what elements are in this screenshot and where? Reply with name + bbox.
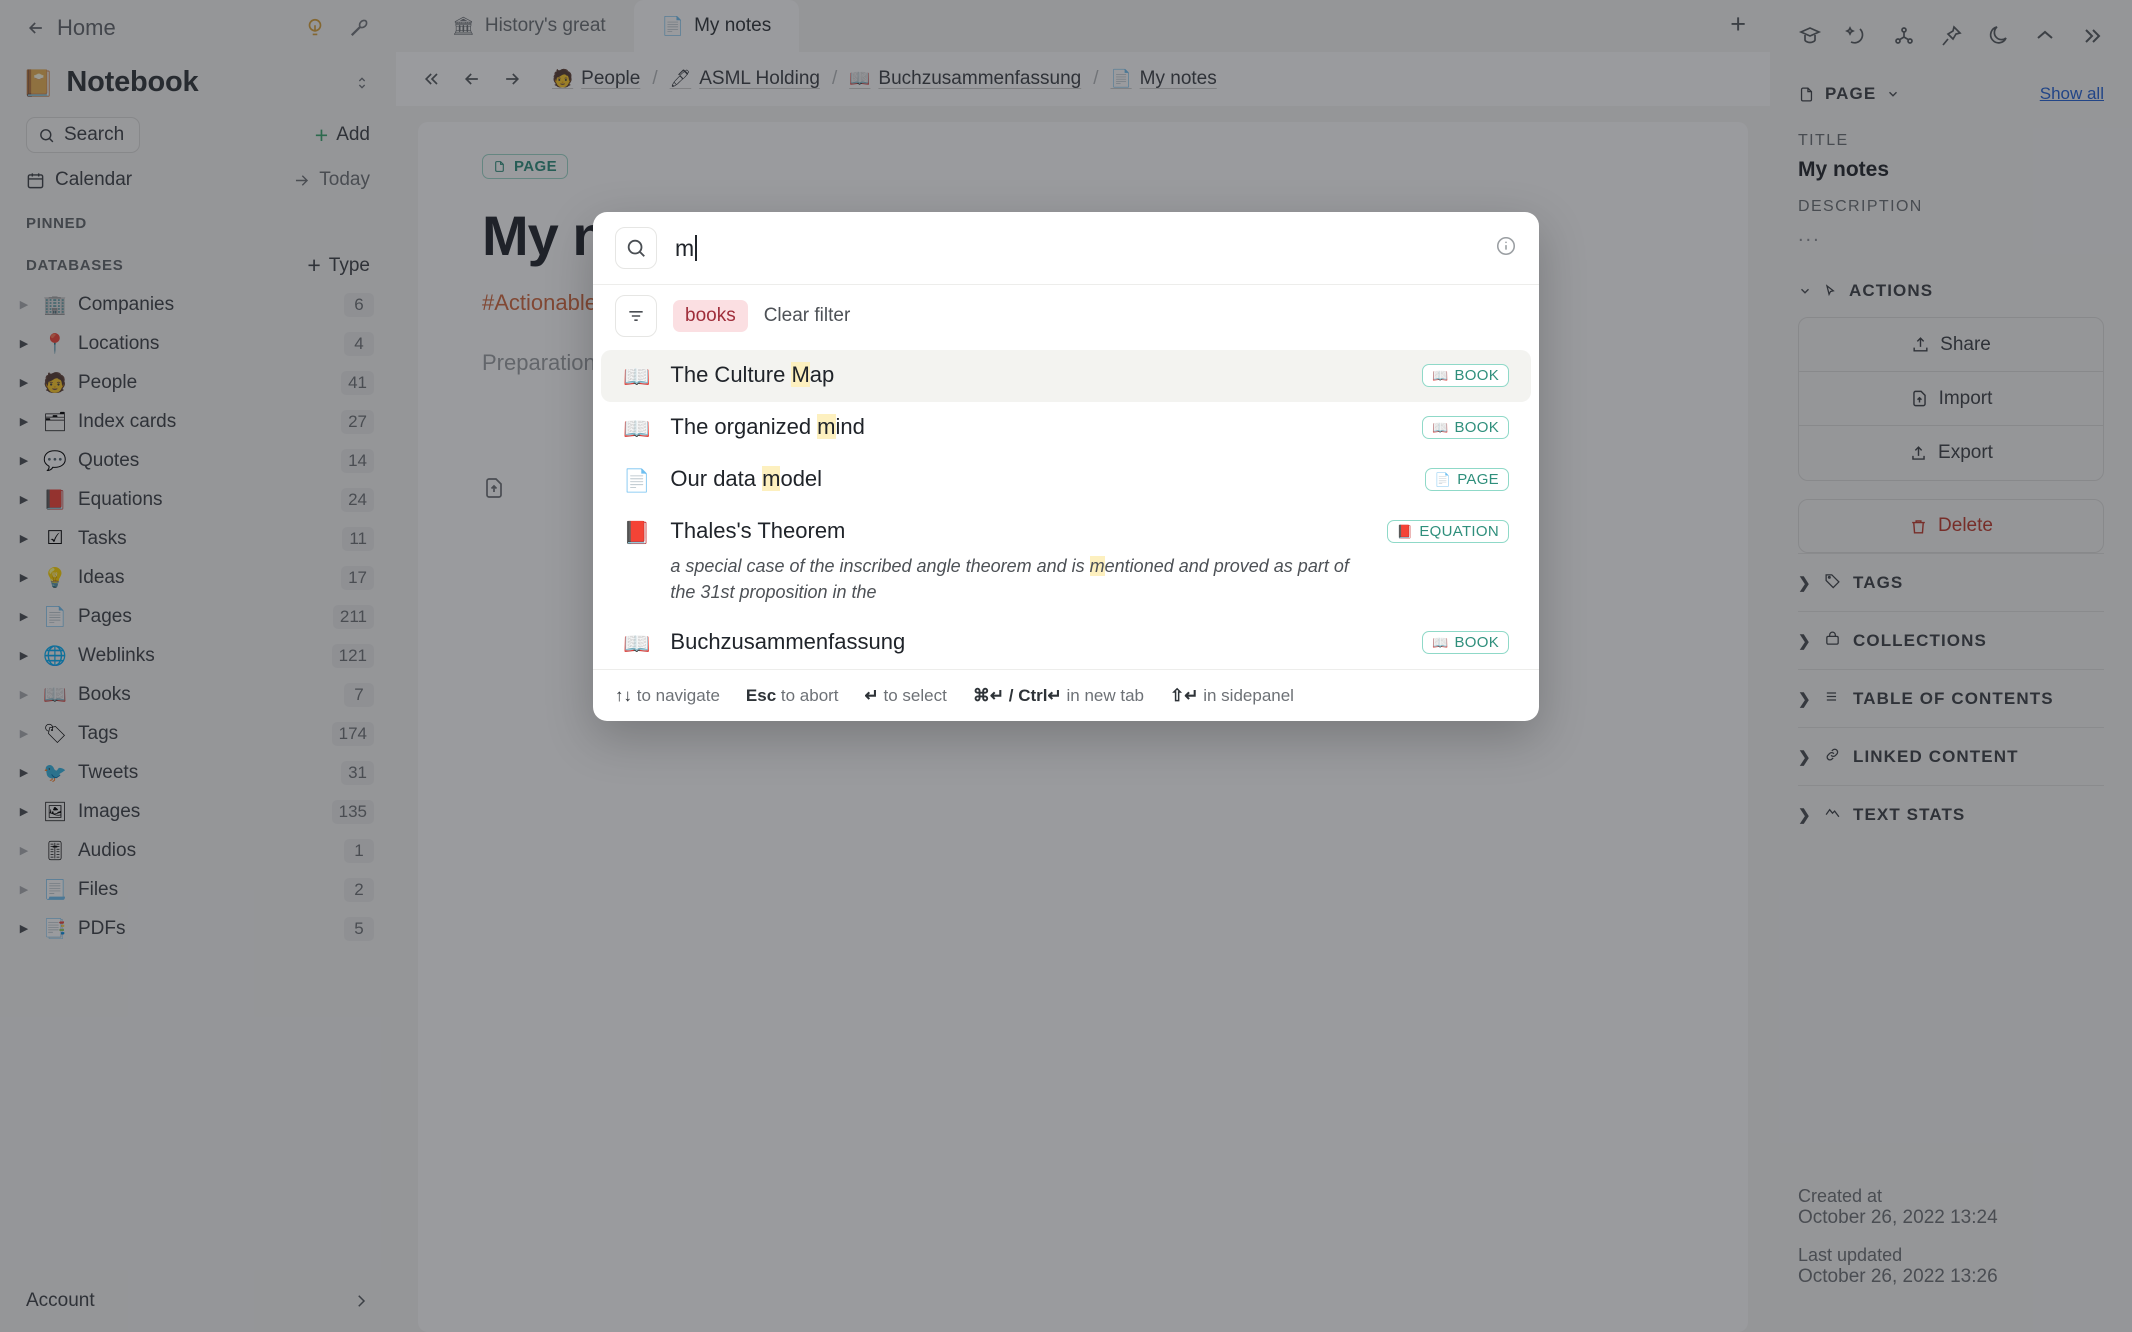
- result-type-icon: 📄: [623, 468, 651, 493]
- result-snippet: a special case of the inscribed angle th…: [670, 556, 1349, 603]
- result-type-badge: 📖 BOOK: [1421, 364, 1509, 387]
- result-type-badge: 📄 PAGE: [1424, 468, 1509, 491]
- result-title: Thales's Theorem: [670, 518, 846, 543]
- hint-text: to select: [878, 685, 947, 705]
- result-title: Our data model: [670, 466, 823, 491]
- hint-text: in new tab: [1061, 685, 1144, 705]
- result-body: Thales's Theorem a special case of the in…: [670, 518, 1366, 605]
- badge-label: BOOK: [1454, 419, 1499, 436]
- filter-chip-books[interactable]: books: [673, 299, 748, 332]
- result-type-badge: 📖 BOOK: [1421, 631, 1509, 655]
- search-icon: [615, 227, 657, 269]
- result-body: The organized mind: [670, 414, 1402, 440]
- result-title: Buchzusammenfassung: [670, 629, 906, 655]
- search-input[interactable]: m: [675, 235, 1477, 262]
- hint-keys: ⇧↵: [1170, 685, 1199, 705]
- result-title: The organized mind: [670, 414, 865, 439]
- keyboard-hint: Esc to abort: [746, 686, 839, 706]
- keyboard-hints: ↑↓ to navigate Esc to abort ↵ to select ⌘↵ …: [593, 669, 1539, 721]
- clear-filter-button[interactable]: Clear filter: [764, 305, 851, 327]
- badge-label: BOOK: [1454, 634, 1499, 652]
- keyboard-hint: ↵ to select: [865, 686, 947, 706]
- badge-icon: 📖: [1431, 367, 1449, 383]
- search-result-item[interactable]: 📄 Our data model 📄 PAGE: [601, 454, 1531, 506]
- search-modal: m books Clear filter 📖 The Culture Map 📖 BO…: [593, 212, 1539, 722]
- query-highlight: M: [791, 362, 810, 387]
- search-results-list: 📖 The Culture Map 📖 BOOK 📖 The organized mind…: [593, 346, 1539, 669]
- badge-icon: 📄: [1434, 471, 1452, 487]
- search-input-row: m: [593, 212, 1539, 284]
- hint-text: in sidepanel: [1198, 685, 1294, 705]
- query-highlight: m: [817, 414, 836, 439]
- keyboard-hint: ↑↓ to navigate: [615, 686, 720, 706]
- keyboard-hint: ⇧↵ in sidepanel: [1170, 686, 1294, 706]
- result-type-icon: 📕: [623, 520, 651, 545]
- query-highlight: m: [1089, 556, 1105, 576]
- info-icon[interactable]: [1495, 235, 1517, 262]
- badge-label: EQUATION: [1419, 523, 1499, 540]
- result-type-icon: 📖: [623, 416, 651, 441]
- badge-icon: 📕: [1396, 523, 1414, 539]
- filter-icon[interactable]: [615, 294, 657, 337]
- hint-text: to abort: [776, 685, 839, 705]
- result-body: The Culture Map: [670, 362, 1402, 388]
- hint-keys: ↑↓: [615, 685, 632, 705]
- result-body: Our data model: [670, 466, 1404, 492]
- search-result-item[interactable]: 📖 The organized mind 📖 BOOK: [601, 402, 1531, 454]
- search-result-item[interactable]: 📕 Thales's Theorem a special case of the i…: [601, 506, 1531, 617]
- hint-keys: ↵: [864, 685, 879, 705]
- keyboard-hint: ⌘↵ / Ctrl↵ in new tab: [973, 686, 1144, 706]
- badge-icon: 📖: [1431, 634, 1449, 650]
- badge-icon: 📖: [1431, 419, 1449, 435]
- filter-row: books Clear filter: [593, 284, 1539, 346]
- hint-keys: Esc: [745, 685, 777, 705]
- search-result-item[interactable]: 📖 Buchzusammenfassung 📖 BOOK: [601, 617, 1531, 669]
- result-type-badge: 📕 EQUATION: [1386, 520, 1509, 543]
- result-type-badge: 📖 BOOK: [1421, 416, 1509, 439]
- result-body: Buchzusammenfassung: [670, 629, 1402, 655]
- search-query-value: m: [675, 234, 695, 261]
- hint-text: to navigate: [632, 685, 720, 705]
- result-type-icon: 📖: [623, 631, 651, 657]
- badge-label: BOOK: [1454, 367, 1499, 384]
- badge-label: PAGE: [1457, 471, 1499, 488]
- search-result-item[interactable]: 📖 The Culture Map 📖 BOOK: [601, 350, 1531, 402]
- hint-keys: ⌘↵ / Ctrl↵: [972, 685, 1062, 705]
- result-type-icon: 📖: [623, 364, 651, 389]
- text-caret: [695, 235, 698, 261]
- result-title: The Culture Map: [670, 362, 835, 387]
- query-highlight: m: [762, 466, 781, 491]
